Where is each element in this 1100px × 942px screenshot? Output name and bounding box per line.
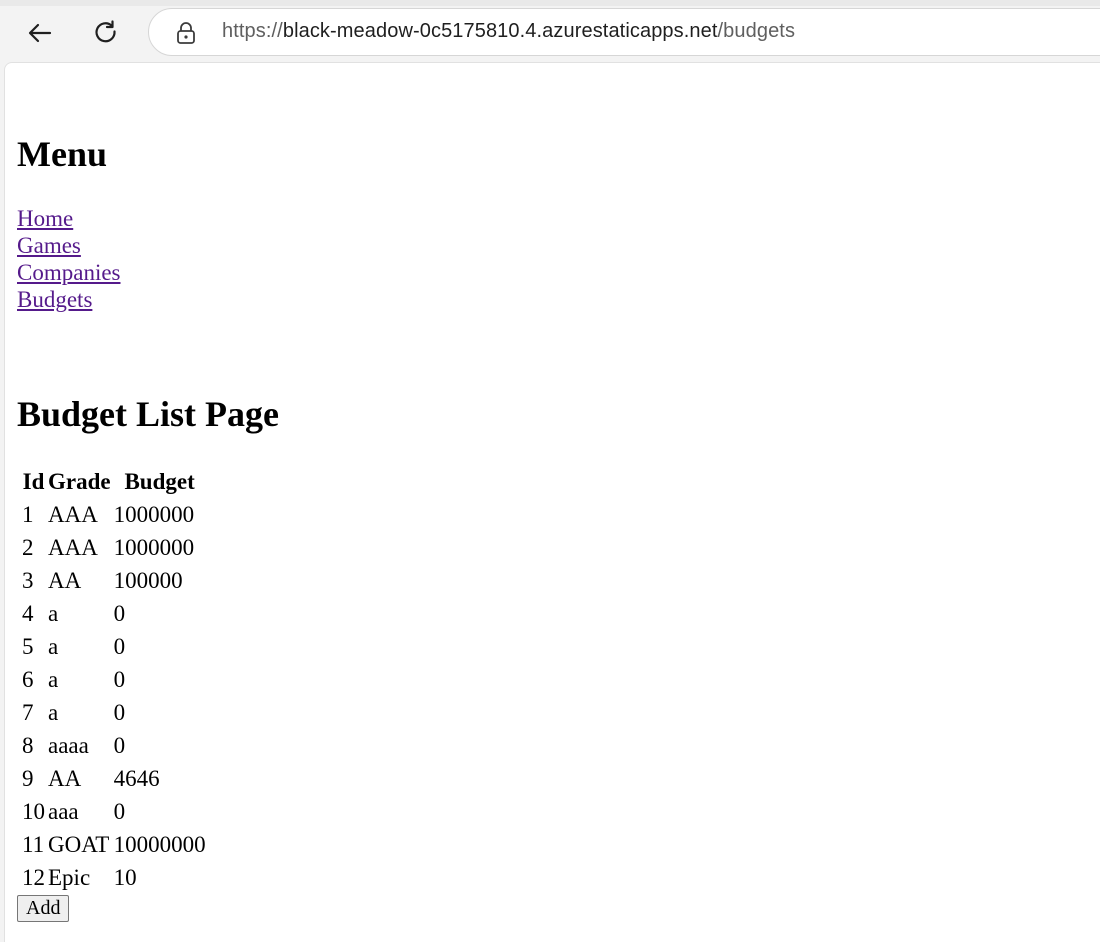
cell-grade: a — [48, 634, 59, 659]
url-host: black-meadow-0c5175810.4.azurestaticapps… — [282, 20, 718, 42]
column-header-grade: Grade — [48, 469, 111, 494]
cell-grade: a — [48, 601, 59, 626]
table-row: 11 GOAT 10000000 — [22, 828, 206, 861]
cell-grade: aaa — [48, 799, 79, 824]
table-row: 3 AA 100000 — [22, 564, 206, 597]
cell-grade: AAA — [48, 502, 98, 527]
cell-budget: 0 — [113, 700, 126, 725]
cell-budget: 4646 — [113, 766, 160, 791]
cell-grade: AA — [48, 766, 82, 791]
cell-id: 11 — [22, 832, 45, 857]
lock-icon[interactable] — [175, 21, 197, 45]
table-row: 10 aaa 0 — [22, 795, 206, 828]
menu-link-companies[interactable]: Companies — [17, 259, 121, 286]
cell-id: 6 — [22, 667, 34, 692]
cell-budget: 0 — [113, 799, 126, 824]
table-row: 4a 0 — [22, 597, 206, 630]
arrow-left-icon — [28, 23, 52, 43]
cell-grade: Epic — [48, 865, 91, 890]
table-row: 9 AA 4646 — [22, 762, 206, 795]
browser-toolbar: https://black-meadow-0c5175810.4.azurest… — [0, 0, 1100, 64]
cell-grade: a — [48, 700, 59, 725]
cell-budget: 0 — [113, 733, 126, 758]
cell-id: 10 — [22, 799, 45, 824]
menu-link-budgets[interactable]: Budgets — [17, 286, 121, 313]
cell-budget: 0 — [113, 601, 126, 626]
cell-budget: 1000000 — [113, 502, 195, 527]
cell-id: 8 — [22, 733, 34, 758]
cell-budget: 0 — [113, 634, 126, 659]
cell-grade: aaaa — [48, 733, 89, 758]
cell-id: 12 — [22, 865, 45, 890]
table-row: 12 Epic 10 — [22, 861, 206, 894]
table-row: 5a 0 — [22, 630, 206, 663]
column-header-budget: Budget — [124, 469, 195, 494]
table-row: 6a 0 — [22, 663, 206, 696]
table-row: 8 aaaa 0 — [22, 729, 206, 762]
menu-link-home[interactable]: Home — [17, 205, 121, 232]
menu-nav: Home Games Companies Budgets — [17, 205, 121, 313]
reload-icon — [95, 20, 116, 43]
cell-id: 5 — [22, 634, 34, 659]
tab-strip-edge — [0, 0, 1100, 6]
cell-grade: AA — [48, 568, 82, 593]
cell-id: 4 — [22, 601, 34, 626]
budget-table: Id Grade Budget 1 AAA 1000000 2 AAA 1000000 3 A… — [19, 465, 209, 894]
cell-budget: 10000000 — [113, 832, 206, 857]
cell-id: 9 — [22, 766, 34, 791]
cell-id: 1 — [22, 502, 34, 527]
back-button[interactable] — [20, 13, 60, 53]
menu-heading: Menu — [17, 134, 107, 174]
cell-id: 2 — [22, 535, 34, 560]
url-path: /budgets — [717, 20, 796, 42]
column-header-id: Id — [22, 469, 45, 494]
cell-budget: 0 — [113, 667, 126, 692]
menu-link-games[interactable]: Games — [17, 232, 121, 259]
table-header-row: Id Grade Budget — [22, 465, 206, 498]
add-button[interactable]: Add — [17, 895, 70, 922]
table-row: 1 AAA 1000000 — [22, 498, 206, 531]
page-viewport: Menu Home Games Companies Budgets Budget… — [4, 62, 1100, 942]
cell-budget: 10 — [113, 865, 137, 890]
url-text[interactable]: https://black-meadow-0c5175810.4.azurest… — [222, 20, 795, 43]
url-protocol: https:// — [222, 20, 283, 42]
cell-grade: GOAT — [48, 832, 110, 857]
cell-grade: a — [48, 667, 59, 692]
cell-id: 7 — [22, 700, 34, 725]
table-row: 7a 0 — [22, 696, 206, 729]
cell-grade: AAA — [48, 535, 98, 560]
cell-id: 3 — [22, 568, 34, 593]
cell-budget: 1000000 — [113, 535, 195, 560]
reload-button[interactable] — [86, 13, 126, 53]
table-body: 1 AAA 1000000 2 AAA 1000000 3 AA 100000 4 a 0 5 a 0 6 a 0… — [22, 498, 206, 894]
address-bar[interactable]: https://black-meadow-0c5175810.4.azurest… — [148, 8, 1100, 56]
table-row: 2 AAA 1000000 — [22, 531, 206, 564]
cell-budget: 100000 — [113, 568, 183, 593]
page-title: Budget List Page — [17, 394, 280, 434]
